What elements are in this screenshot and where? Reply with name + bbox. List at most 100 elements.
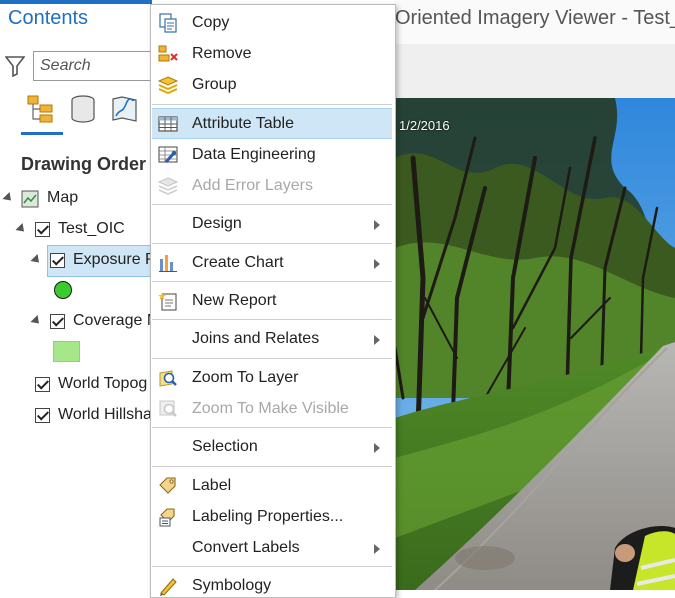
- zoom-to-make-visible-icon: [159, 400, 177, 417]
- list-by-drawing-order-icon[interactable]: [26, 94, 56, 124]
- map-icon: [21, 190, 39, 208]
- submenu-arrow-icon: [374, 443, 380, 453]
- menu-label-labeling-properties: Labeling Properties...: [192, 508, 344, 525]
- menu-item-convert-labels[interactable]: Convert Labels: [152, 533, 392, 564]
- symbology-icon: [160, 578, 177, 596]
- group-layers-icon: [158, 76, 178, 95]
- menu-separator: [152, 566, 392, 567]
- menu-item-remove[interactable]: Remove: [152, 39, 392, 70]
- menu-item-data-engineering[interactable]: Data Engineering: [152, 140, 392, 171]
- menu-item-selection[interactable]: Selection: [152, 432, 392, 463]
- submenu-arrow-icon: [374, 220, 380, 230]
- search-box[interactable]: [33, 51, 163, 81]
- oriented-imagery-photo[interactable]: [395, 98, 675, 590]
- menu-label-create-chart: Create Chart: [192, 254, 284, 271]
- test-oic-checkbox[interactable]: [35, 222, 50, 237]
- menu-label-design: Design: [192, 215, 242, 232]
- menu-label-zoom-to-make-visible: Zoom To Make Visible: [192, 400, 349, 417]
- menu-separator: [152, 104, 392, 105]
- menu-label-add-error-layers: Add Error Layers: [192, 177, 313, 194]
- menu-label-convert-labels: Convert Labels: [192, 539, 300, 556]
- attribute-table-icon: [158, 116, 178, 132]
- view-toolbar: [395, 44, 675, 98]
- tree-item-world-topo[interactable]: World Topog: [0, 375, 152, 397]
- tree-label-world-topo: World Topog: [58, 375, 148, 392]
- contents-pane: Contents Drawing Order Map Test_OIC: [0, 0, 163, 590]
- menu-item-labeling-properties[interactable]: Labeling Properties...: [152, 502, 392, 533]
- search-input[interactable]: [40, 57, 150, 75]
- menu-item-add-error-layers[interactable]: Add Error Layers: [152, 171, 392, 202]
- imagery-date-stamp: 1/2/2016: [399, 118, 450, 133]
- expand-map-icon[interactable]: [2, 191, 15, 205]
- menu-item-copy[interactable]: Copy: [152, 8, 392, 39]
- contents-accent-bar: [0, 0, 152, 4]
- tree-item-exposure[interactable]: Exposure P: [0, 251, 156, 273]
- tree-item-map[interactable]: Map: [0, 189, 152, 211]
- coverage-fill-symbol[interactable]: [53, 341, 80, 362]
- expand-test-oic-icon[interactable]: [15, 222, 28, 236]
- tree-item-world-hillshade[interactable]: World Hillsha: [0, 406, 152, 428]
- tree-label-map: Map: [47, 189, 79, 206]
- label-tag-icon: [159, 477, 176, 494]
- menu-item-joins-relates[interactable]: Joins and Relates: [152, 324, 392, 355]
- menu-item-design[interactable]: Design: [152, 209, 392, 240]
- menu-item-label[interactable]: Label: [152, 471, 392, 502]
- tree-item-test-oic[interactable]: Test_OIC: [0, 220, 152, 242]
- menu-label-copy: Copy: [192, 14, 230, 31]
- world-topo-checkbox[interactable]: [35, 377, 50, 392]
- menu-item-attribute-table[interactable]: Attribute Table: [152, 108, 392, 139]
- menu-item-zoom-to-make-visible[interactable]: Zoom To Make Visible: [152, 394, 392, 425]
- tree-label-test-oic: Test_OIC: [58, 220, 125, 237]
- drawing-order-heading: Drawing Order: [21, 154, 147, 174]
- menu-label-remove: Remove: [192, 45, 252, 62]
- menu-label-joins-relates: Joins and Relates: [192, 330, 320, 347]
- menu-item-create-chart[interactable]: Create Chart: [152, 248, 392, 279]
- bar-chart-icon: [159, 255, 177, 272]
- world-hillshade-checkbox[interactable]: [35, 408, 50, 423]
- submenu-arrow-icon: [374, 544, 380, 554]
- layer-context-menu: Copy Remove Group Attribute Table Data E…: [150, 4, 396, 598]
- menu-label-label: Label: [192, 477, 232, 494]
- menu-label-zoom-to-layer: Zoom To Layer: [192, 369, 299, 386]
- tree-label-world-hillshade: World Hillsha: [58, 406, 152, 423]
- menu-separator: [152, 204, 392, 205]
- coverage-checkbox[interactable]: [50, 314, 65, 329]
- menu-label-group: Group: [192, 76, 237, 93]
- menu-separator: [152, 319, 392, 320]
- add-error-layers-icon: [158, 177, 178, 195]
- view-title: Oriented Imagery Viewer - Test_: [395, 7, 675, 29]
- tree-label-exposure: Exposure P: [73, 251, 156, 268]
- exposure-point-symbol[interactable]: [54, 281, 72, 299]
- menu-separator: [152, 281, 392, 282]
- menu-label-data-engineering: Data Engineering: [192, 146, 316, 163]
- menu-separator: [152, 358, 392, 359]
- filter-icon[interactable]: [5, 55, 25, 77]
- contents-title: Contents: [8, 7, 89, 29]
- labeling-properties-icon: [159, 508, 175, 527]
- submenu-arrow-icon: [374, 335, 380, 345]
- active-view-indicator: [21, 132, 63, 135]
- tree-label-coverage: Coverage M: [73, 312, 161, 329]
- new-report-icon: [158, 292, 177, 311]
- submenu-arrow-icon: [374, 259, 380, 269]
- list-by-source-icon[interactable]: [68, 94, 98, 124]
- menu-item-zoom-to-layer[interactable]: Zoom To Layer: [152, 363, 392, 394]
- menu-label-symbology: Symbology: [192, 577, 272, 594]
- data-engineering-icon: [158, 146, 178, 163]
- expand-coverage-icon[interactable]: [30, 314, 43, 328]
- menu-separator: [152, 466, 392, 467]
- menu-item-symbology[interactable]: Symbology: [152, 571, 392, 597]
- menu-label-selection: Selection: [192, 438, 258, 455]
- remove-layer-icon: [158, 45, 178, 62]
- tree-item-coverage[interactable]: Coverage M: [0, 312, 160, 334]
- expand-exposure-icon[interactable]: [30, 253, 43, 267]
- menu-label-new-report: New Report: [192, 292, 277, 309]
- copy-icon: [159, 13, 177, 33]
- zoom-to-layer-icon: [159, 370, 177, 387]
- menu-item-group[interactable]: Group: [152, 70, 392, 101]
- menu-separator: [152, 427, 392, 428]
- exposure-checkbox[interactable]: [50, 253, 65, 268]
- list-by-editing-icon[interactable]: [110, 94, 140, 124]
- menu-item-new-report[interactable]: New Report: [152, 286, 392, 317]
- menu-label-attribute-table: Attribute Table: [192, 115, 294, 132]
